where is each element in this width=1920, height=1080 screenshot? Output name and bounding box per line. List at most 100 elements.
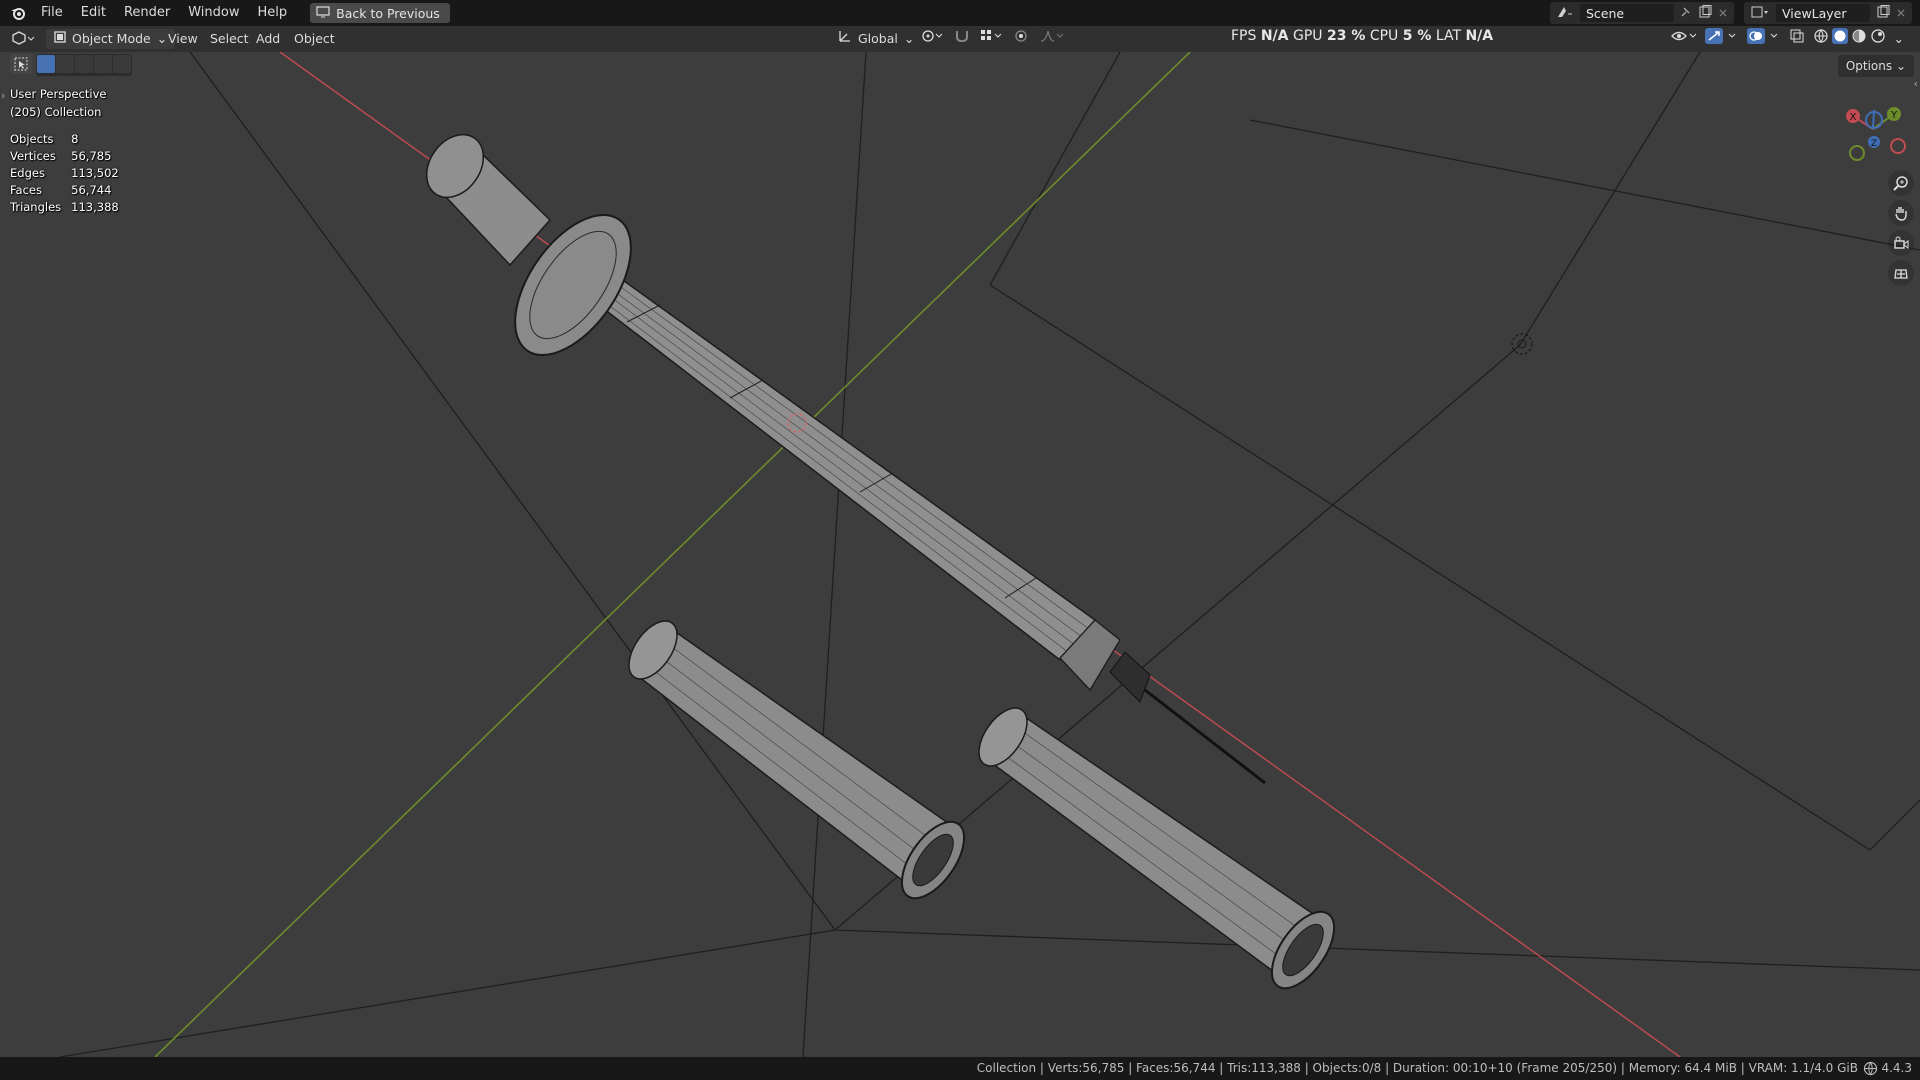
lat-label: LAT	[1435, 28, 1462, 44]
selection-intersect-button[interactable]	[113, 55, 131, 73]
menu-window[interactable]: Window	[179, 0, 248, 26]
menu-help[interactable]: Help	[249, 0, 297, 26]
scene-name: Scene	[1586, 5, 1625, 21]
gizmo-neg-y-axis[interactable]	[1849, 145, 1865, 161]
viewlayer-selector[interactable]: ViewLayer	[1744, 2, 1912, 24]
blender-logo-icon[interactable]	[4, 0, 32, 26]
selection-subtract-button[interactable]	[75, 55, 93, 73]
pivot-point-icon[interactable]	[922, 29, 944, 49]
new-scene-icon[interactable]	[1698, 4, 1712, 22]
zoom-icon	[1893, 176, 1908, 191]
collection-label: (205) Collection	[10, 105, 102, 119]
scene-icon	[1556, 5, 1574, 22]
select-box-tool[interactable]	[10, 54, 32, 74]
close-scene-icon[interactable]	[1718, 6, 1728, 21]
camera-icon	[1894, 236, 1909, 249]
3d-viewport[interactable]: User Perspective (205) Collection Object…	[0, 52, 1920, 1057]
options-dropdown[interactable]: Options ⌄	[1837, 55, 1914, 77]
stat-label: Triangles	[10, 200, 62, 214]
scene-selector[interactable]: Scene	[1550, 2, 1734, 24]
falloff-icon[interactable]	[1040, 29, 1064, 49]
viewlayer-name-field[interactable]: ViewLayer	[1776, 4, 1870, 22]
hand-icon	[1895, 207, 1907, 221]
camera-view-button[interactable]	[1888, 230, 1914, 256]
light-object	[1511, 333, 1533, 355]
selection-invert-button[interactable]	[94, 55, 112, 73]
selection-extend-button[interactable]	[56, 55, 74, 73]
viewlayer-name: ViewLayer	[1782, 5, 1847, 21]
stat-label: Faces	[10, 183, 42, 197]
cursor-icon	[14, 57, 28, 71]
stat-row: Objects 8	[10, 132, 129, 150]
orthographic-toggle-button[interactable]	[1888, 260, 1914, 286]
material-shading-icon[interactable]	[1851, 28, 1867, 50]
header-menu-select[interactable]: Select	[210, 29, 249, 49]
zoom-button[interactable]	[1888, 170, 1914, 196]
gizmo-neg-x-axis[interactable]	[1890, 138, 1906, 154]
stat-value: 56,785	[71, 149, 112, 163]
editor-type-dropdown[interactable]	[10, 29, 36, 49]
snap-toggle-icon[interactable]	[954, 29, 970, 49]
navigation-gizmo[interactable]: X Y Z	[1838, 94, 1908, 164]
gizmo-z-label: Z	[1871, 139, 1877, 149]
viewlayer-icon	[1750, 5, 1770, 22]
new-viewlayer-icon[interactable]	[1876, 4, 1890, 22]
sidebar-toggle-icon[interactable]: ‹	[1914, 77, 1918, 90]
cap-cylinder-right	[978, 707, 1336, 990]
toolbar-toggle-icon[interactable]: ›	[1, 89, 5, 102]
menu-render[interactable]: Render	[115, 0, 179, 26]
tool-settings-group	[10, 54, 132, 76]
gizmo-x-label: X	[1850, 112, 1857, 123]
cpu-value: 5 %	[1402, 28, 1432, 44]
gpu-label: GPU	[1292, 28, 1323, 44]
overlays-toggle-icon[interactable]	[1746, 28, 1781, 50]
cpu-label: CPU	[1369, 28, 1399, 44]
menu-file[interactable]: File	[32, 0, 72, 26]
cap-cylinder-left	[628, 620, 966, 900]
header-menu-object[interactable]: Object	[294, 29, 335, 49]
header-menu-view[interactable]: View	[168, 29, 198, 49]
solid-shading-icon[interactable]	[1831, 28, 1848, 50]
stat-label: Edges	[10, 166, 45, 180]
stat-row: Triangles 113,388	[10, 200, 129, 218]
gizmo-y-label: Y	[1890, 110, 1898, 121]
gpu-value: 23 %	[1326, 28, 1366, 44]
status-info: Collection | Verts:56,785 | Faces:56,744…	[976, 1061, 1858, 1075]
menu-edit[interactable]: Edit	[72, 0, 115, 26]
viewport-header: Object Mode ⌄ View Select Add Object Glo…	[0, 26, 1920, 52]
rendered-shading-icon[interactable]	[1870, 28, 1886, 50]
grid-icon	[1894, 269, 1908, 279]
snap-increment-icon[interactable]	[980, 29, 1004, 49]
header-menu-add[interactable]: Add	[256, 29, 280, 49]
back-to-previous-label: Back to Previous	[336, 5, 440, 21]
transform-orientation-dropdown[interactable]: Global ⌄	[838, 29, 914, 49]
visibility-eye-icon[interactable]	[1670, 29, 1697, 49]
network-globe-icon[interactable]	[1863, 1061, 1878, 1080]
object-mode-icon	[54, 29, 66, 49]
stat-row: Vertices 56,785	[10, 149, 129, 167]
mode-dropdown[interactable]: Object Mode ⌄	[46, 29, 176, 49]
chevron-down-icon: ⌄	[156, 31, 168, 46]
xray-toggle-icon[interactable]	[1789, 28, 1805, 50]
top-bar: File Edit Render Window Help Back to Pre…	[0, 0, 1920, 26]
wireframe-shading-icon[interactable]	[1813, 28, 1829, 50]
stat-value: 113,388	[71, 200, 119, 214]
gizmo-toggle-icon[interactable]	[1704, 28, 1739, 50]
pin-icon[interactable]	[1680, 6, 1692, 21]
proportional-edit-icon[interactable]	[1014, 29, 1030, 49]
stat-row: Edges 113,502	[10, 166, 129, 184]
selection-set-new-button[interactable]	[37, 55, 55, 73]
pan-button[interactable]	[1888, 200, 1914, 226]
stat-label: Objects	[10, 132, 54, 146]
shading-options-chevron-icon[interactable]: ⌄	[1894, 29, 1904, 49]
viewport-scene	[59, 52, 1920, 1057]
scene-name-field[interactable]: Scene	[1580, 4, 1674, 22]
selection-mode-group	[36, 54, 132, 76]
scene-statistics: Objects 8 Vertices 56,785 Edges 113,502 Fac…	[10, 132, 129, 218]
performance-readout: FPS N/A GPU 23 % CPU 5 % LAT N/A	[1231, 26, 1493, 46]
close-viewlayer-icon[interactable]	[1896, 6, 1906, 21]
back-screen-icon	[316, 5, 330, 21]
back-to-previous-button[interactable]: Back to Previous	[310, 3, 450, 23]
viewport-shading-group: ⌄	[1670, 28, 1904, 50]
transform-orientation-label: Global	[858, 31, 898, 46]
